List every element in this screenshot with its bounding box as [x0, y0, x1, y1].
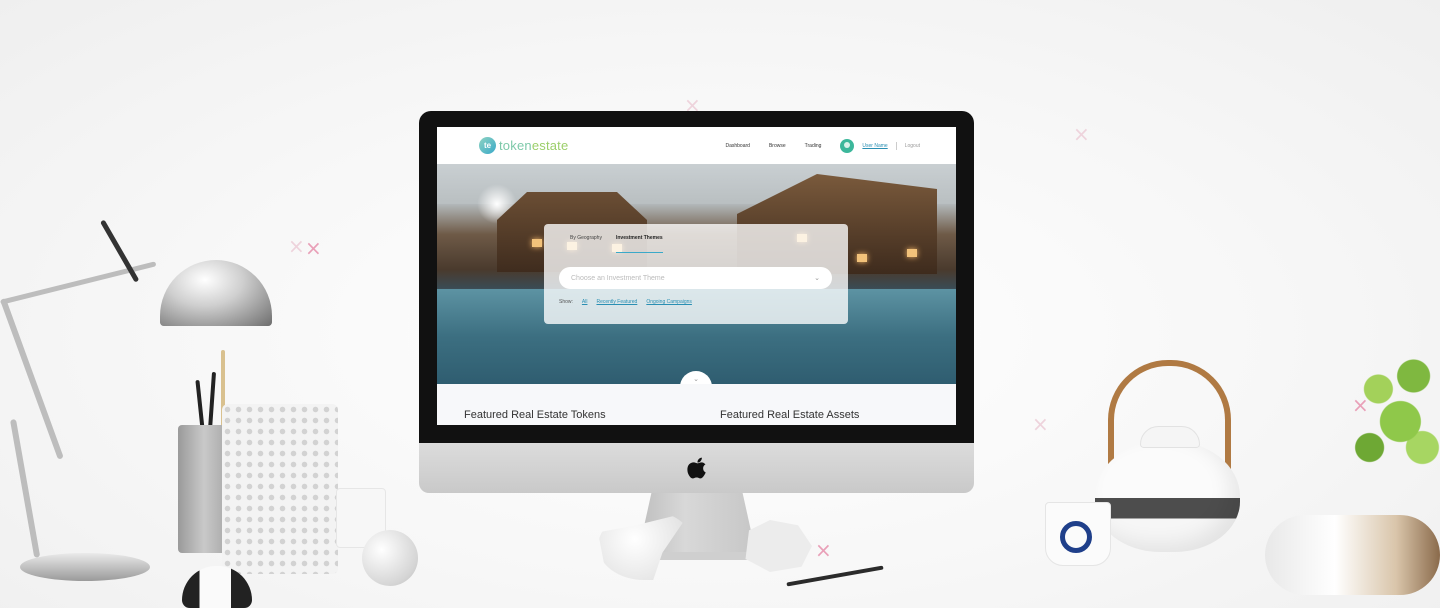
featured-sections: Featured Real Estate Tokens Featured Rea… — [437, 384, 956, 425]
lamp-arm — [0, 261, 157, 305]
crumpled-paper — [745, 520, 812, 572]
pen — [207, 371, 217, 431]
headphones — [1265, 515, 1440, 595]
filter-all[interactable]: All — [582, 299, 588, 305]
desk-lamp — [160, 260, 272, 326]
lamp-base — [20, 553, 150, 581]
hero-window — [907, 249, 917, 257]
logo-badge-icon: te — [479, 137, 496, 154]
show-label: Show: — [559, 299, 573, 305]
main-nav: Dashboard Browse Trading User Name Logou… — [725, 138, 920, 153]
tab-investment-themes[interactable]: Investment Themes — [615, 235, 663, 253]
monitor-bezel: te tokenestate Dashboard Browse Trading … — [419, 111, 974, 443]
desk-pencil — [786, 565, 884, 587]
user-menu: User Name Logout — [840, 138, 920, 153]
filter-ongoing-campaigns[interactable]: Ongoing Campaigns — [646, 299, 692, 305]
ceramic-cup — [1045, 502, 1111, 566]
teapot — [1095, 440, 1240, 552]
chevron-down-icon: ⌄ — [814, 275, 820, 282]
site-logo[interactable]: te tokenestate — [479, 137, 568, 154]
perforated-cup — [222, 404, 338, 574]
tab-by-geography[interactable]: By Geography — [570, 235, 602, 254]
search-tabs: By Geography Investment Themes — [544, 224, 848, 254]
flower-pattern — [1060, 521, 1092, 553]
desk-scene: × × × × × × × × te tokenestate Dashboa — [0, 0, 1440, 608]
search-card: By Geography Investment Themes Choose an… — [544, 224, 848, 324]
show-filters: Show: All Recently Featured Ongoing Camp… — [559, 299, 692, 305]
decor-x-icon: × — [1032, 412, 1049, 436]
lamp-arm — [10, 418, 41, 558]
lamp-arm — [0, 297, 64, 460]
nav-browse[interactable]: Browse — [769, 143, 786, 149]
chevron-down-icon: ⌄ — [693, 376, 699, 383]
hero-window — [532, 239, 542, 247]
filter-recently-featured[interactable]: Recently Featured — [596, 299, 637, 305]
teapot-lid — [1140, 426, 1200, 448]
investment-theme-select[interactable]: Choose an Investment Theme ⌄ — [559, 267, 832, 289]
user-avatar-icon[interactable] — [840, 138, 855, 153]
potted-plant — [1352, 350, 1440, 480]
logo-text: tokenestate — [499, 138, 569, 153]
decor-x-icon: × — [288, 234, 305, 258]
divider — [895, 141, 897, 150]
site-header: te tokenestate Dashboard Browse Trading … — [437, 127, 956, 164]
select-placeholder: Choose an Investment Theme — [571, 274, 665, 282]
decor-x-icon: × — [305, 236, 322, 260]
apple-logo — [687, 457, 706, 479]
decor-x-icon: × — [815, 538, 832, 562]
nav-trading[interactable]: Trading — [805, 143, 822, 149]
decor-x-icon: × — [1073, 122, 1090, 146]
monitor-chin — [419, 443, 974, 493]
logout-link[interactable]: Logout — [905, 143, 920, 149]
hero-window — [857, 254, 867, 262]
nav-dashboard[interactable]: Dashboard — [725, 143, 749, 149]
imac-monitor: te tokenestate Dashboard Browse Trading … — [419, 111, 974, 493]
user-name-link[interactable]: User Name — [862, 143, 887, 149]
pen — [195, 379, 205, 431]
hero-banner: By Geography Investment Themes Choose an… — [437, 164, 956, 384]
featured-assets-title: Featured Real Estate Assets — [720, 409, 860, 421]
white-ball — [362, 530, 418, 586]
featured-tokens-title: Featured Real Estate Tokens — [464, 409, 606, 421]
website-screen: te tokenestate Dashboard Browse Trading … — [437, 127, 956, 425]
